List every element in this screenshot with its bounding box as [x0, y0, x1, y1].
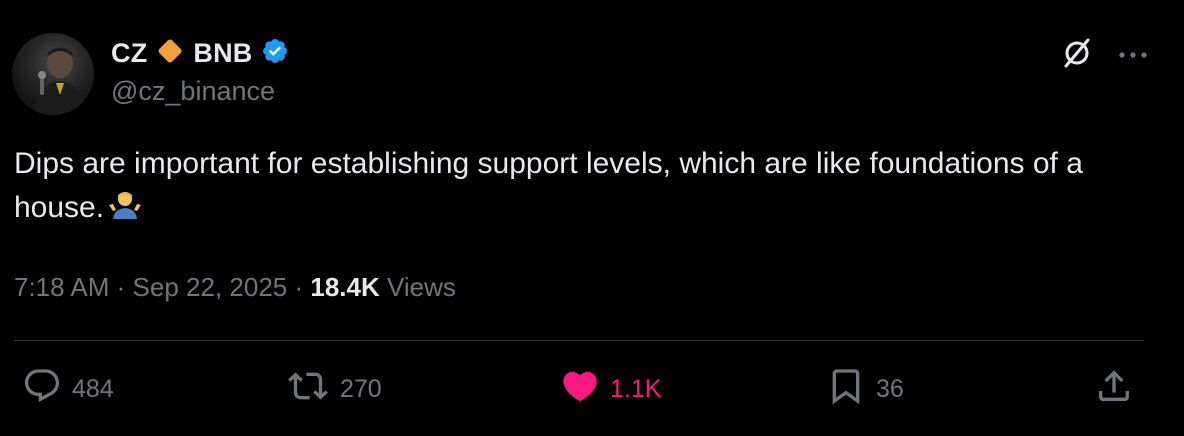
tweet-meta: 7:18 AM · Sep 22, 2025 · 18.4K Views — [14, 272, 456, 303]
share-icon — [1094, 366, 1134, 413]
bnb-diamond-icon — [155, 36, 185, 71]
author-name-row[interactable]: CZ BNB — [111, 35, 289, 71]
reply-button[interactable]: 484 — [22, 368, 114, 410]
repost-button[interactable]: 270 — [286, 368, 382, 410]
tweet-card: CZ BNB @cz_binance Dips are important fo… — [0, 0, 1184, 436]
divider — [14, 340, 1144, 341]
views-count: 18.4K — [310, 272, 380, 302]
bookmark-count: 36 — [876, 374, 904, 403]
repost-count: 270 — [340, 374, 382, 403]
meta-separator-2: · — [294, 272, 304, 302]
tweet-time[interactable]: 7:18 AM — [14, 272, 109, 302]
top-actions — [1060, 36, 1148, 75]
tweet-text-content: Dips are important for establishing supp… — [14, 147, 1083, 224]
like-button[interactable]: 1.1K — [560, 368, 661, 410]
grok-icon[interactable] — [1060, 36, 1094, 75]
bookmark-icon — [826, 366, 866, 413]
tweet-date[interactable]: Sep 22, 2025 — [133, 272, 288, 302]
reply-count: 484 — [72, 374, 114, 403]
tweet-text: Dips are important for establishing supp… — [14, 142, 1134, 236]
person-shrugging-icon — [108, 189, 142, 236]
verified-badge-icon[interactable] — [261, 37, 289, 70]
avatar[interactable] — [12, 33, 94, 115]
views-label: Views — [387, 272, 456, 302]
like-count: 1.1K — [610, 374, 662, 403]
like-icon — [560, 366, 600, 413]
author-handle[interactable]: @cz_binance — [111, 76, 275, 107]
meta-separator-1: · — [116, 272, 126, 302]
display-name-first[interactable]: CZ — [111, 38, 147, 69]
more-icon[interactable] — [1118, 47, 1148, 65]
share-button[interactable] — [1094, 368, 1134, 410]
reply-icon — [22, 366, 62, 413]
bookmark-button[interactable]: 36 — [826, 368, 904, 410]
repost-icon — [286, 366, 330, 413]
display-name-second[interactable]: BNB — [193, 38, 252, 69]
